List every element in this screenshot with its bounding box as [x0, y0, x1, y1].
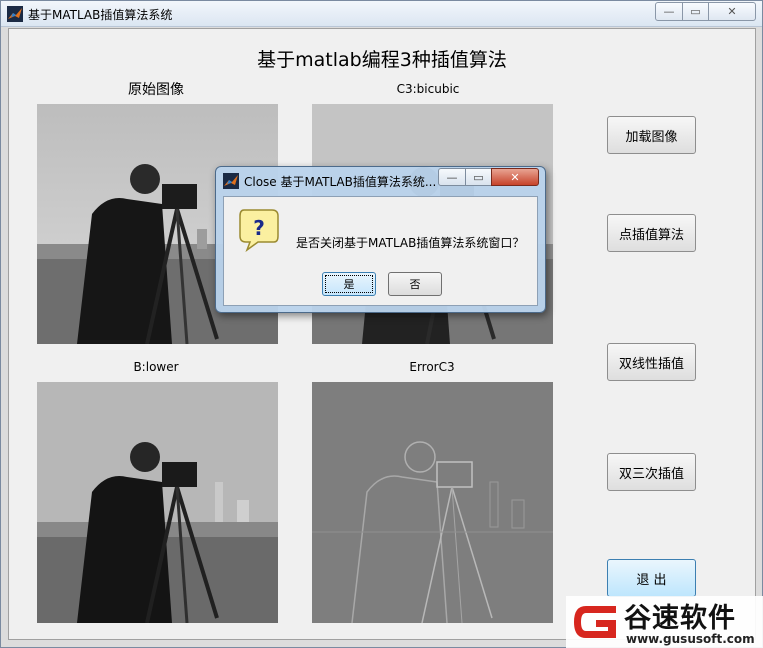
nearest-interp-button[interactable]: 点插值算法 [607, 214, 696, 252]
watermark: G 谷速软件 www.gususoft.com [566, 596, 763, 648]
matlab-icon [7, 6, 23, 22]
dialog-close-button[interactable]: ✕ [491, 168, 539, 186]
minimize-icon: — [663, 5, 675, 18]
main-window: 基于MATLAB插值算法系统 — ▭ ✕ 基于matlab编程3种插值算法 原始… [0, 0, 763, 648]
gususoft-logo-icon: G [574, 606, 616, 638]
page-title: 基于matlab编程3种插值算法 [257, 49, 507, 71]
bilinear-interp-button[interactable]: 双线性插值 [607, 343, 696, 381]
svg-text:?: ? [253, 216, 265, 240]
dialog-title: Close 基于MATLAB插值算法系统... [244, 175, 437, 189]
maximize-icon: ▭ [473, 170, 484, 184]
bicubic-image-label: C3:bicubic [396, 82, 460, 96]
matlab-icon [223, 173, 239, 189]
exit-button[interactable]: 退 出 [607, 559, 696, 597]
figure-area: 基于matlab编程3种插值算法 原始图像 C3:bicubic B:lower… [8, 28, 756, 640]
lower-image [37, 382, 278, 623]
close-icon: ✕ [510, 170, 520, 184]
close-icon: ✕ [727, 5, 737, 18]
window-title: 基于MATLAB插值算法系统 [28, 8, 173, 22]
yes-button[interactable]: 是 [322, 272, 376, 296]
watermark-url: www.gususoft.com [626, 632, 755, 646]
watermark-brand-name: 谷速软件 [624, 603, 736, 634]
error-image [312, 382, 553, 623]
no-button[interactable]: 否 [388, 272, 442, 296]
maximize-button[interactable]: ▭ [682, 2, 709, 21]
dialog-maximize-button[interactable]: ▭ [465, 168, 492, 186]
minimize-button[interactable]: — [655, 2, 683, 21]
question-icon: ? [239, 209, 279, 252]
close-button[interactable]: ✕ [708, 2, 756, 21]
dialog-message: 是否关闭基于MATLAB插值算法系统窗口？ [296, 236, 525, 250]
original-image-label: 原始图像 [128, 82, 184, 98]
maximize-icon: ▭ [690, 5, 701, 18]
title-bar[interactable]: 基于MATLAB插值算法系统 — ▭ ✕ [1, 1, 762, 27]
close-confirm-dialog: Close 基于MATLAB插值算法系统... — ▭ ✕ ? 是否关闭基于MA… [215, 166, 546, 313]
bicubic-interp-button[interactable]: 双三次插值 [607, 453, 696, 491]
dialog-body: ? 是否关闭基于MATLAB插值算法系统窗口？ 是 否 [223, 196, 538, 306]
lower-image-label: B:lower [133, 360, 179, 374]
minimize-icon: — [446, 170, 458, 184]
load-image-button[interactable]: 加载图像 [607, 116, 696, 154]
error-image-label: ErrorC3 [409, 360, 455, 374]
dialog-minimize-button[interactable]: — [438, 168, 466, 186]
